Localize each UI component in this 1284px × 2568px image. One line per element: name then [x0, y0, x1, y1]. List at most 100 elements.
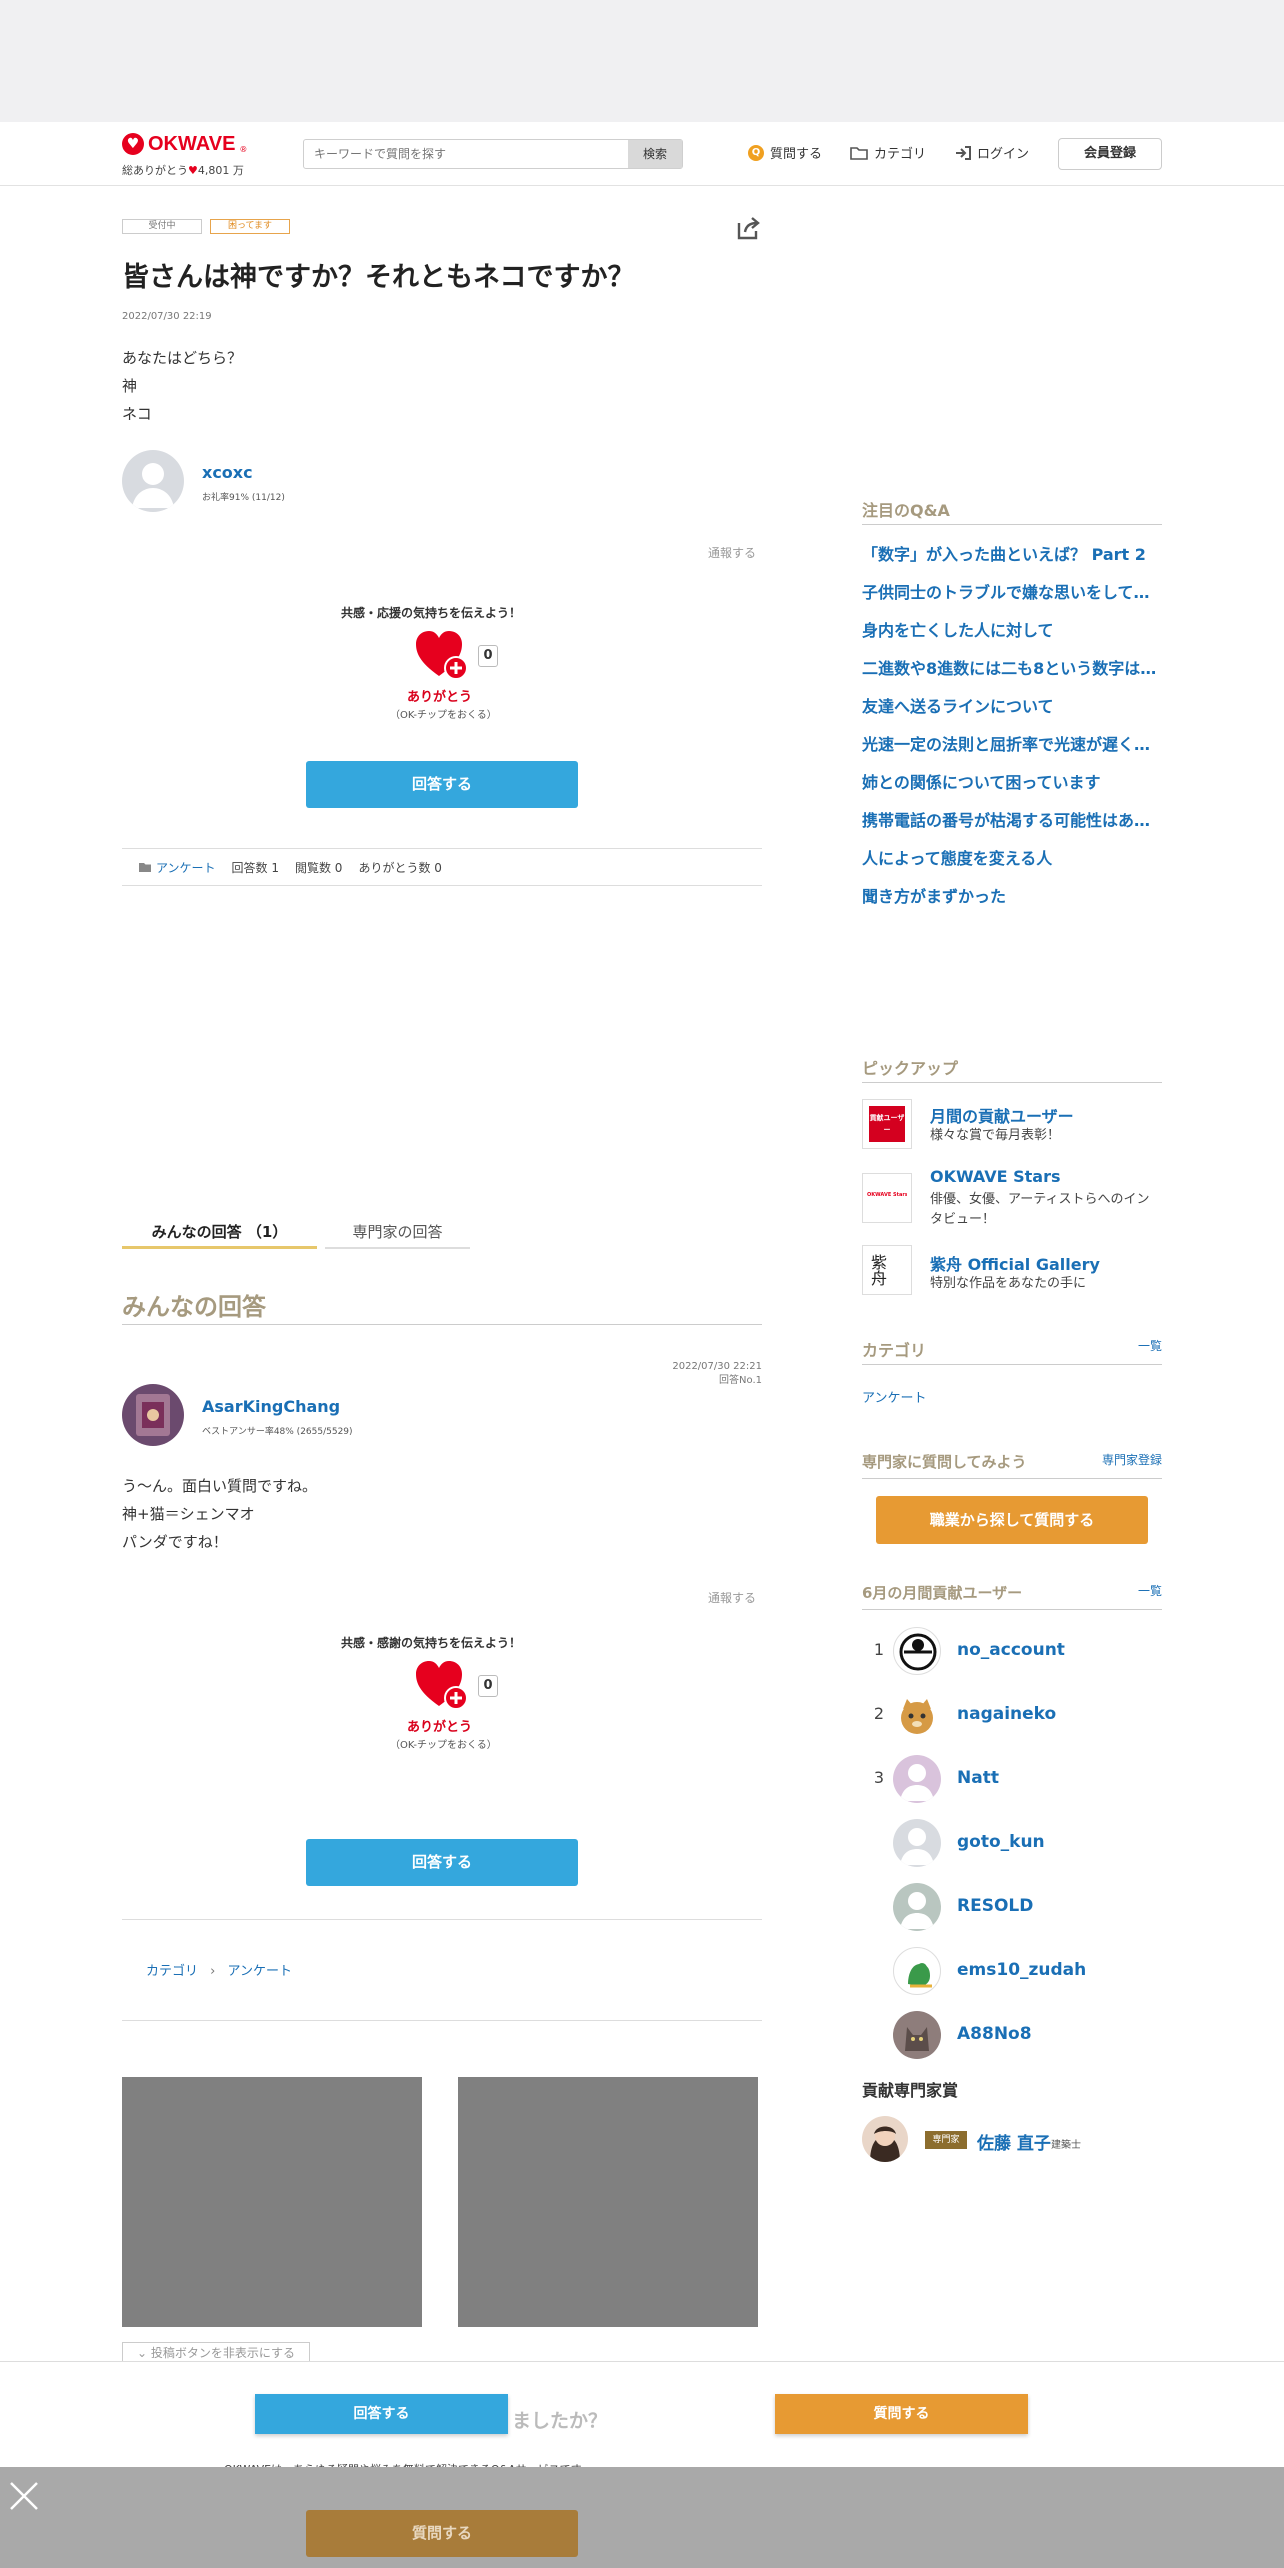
answer-button[interactable]: 回答する — [306, 761, 578, 808]
search-button[interactable]: 検索 — [628, 140, 682, 168]
rank-number: 1 — [873, 1640, 885, 1659]
breadcrumb: カテゴリ › アンケート — [146, 1960, 292, 1979]
overlay-ask-button[interactable]: 質問する — [306, 2510, 578, 2557]
pickup-sub: 特別な作品をあなたの手に — [930, 1276, 1087, 1291]
thanks-heart-button[interactable] — [414, 1660, 470, 1712]
answers-section-title: みんなの回答 — [122, 1287, 762, 1325]
nav-ask[interactable]: Q 質問する — [748, 143, 822, 162]
heart-icon: ♥ — [188, 164, 198, 177]
category-title: カテゴリ 一覧 — [862, 1337, 1162, 1365]
avatar[interactable] — [862, 2116, 908, 2162]
avatar[interactable] — [122, 450, 184, 512]
ad-placeholder — [122, 2077, 422, 2327]
monthly-user-name[interactable]: nagaineko — [957, 1704, 1056, 1724]
avatar[interactable] — [893, 1819, 941, 1867]
monthly-users-title: 6月の月間貢献ユーザー 一覧 — [862, 1582, 1162, 1610]
breadcrumb-root[interactable]: カテゴリ — [146, 1964, 198, 1979]
find-expert-button[interactable]: 職業から探して質問する — [876, 1496, 1148, 1544]
folder-icon — [850, 146, 868, 160]
chevron-down-icon: ⌄ — [136, 2346, 148, 2360]
thanks-total: 総ありがとう♥4,801 万 — [122, 164, 244, 177]
monthly-user-name[interactable]: Natt — [957, 1768, 999, 1788]
answer-author-name[interactable]: AsarKingChang — [202, 1397, 340, 1416]
expert-job: 建築士 — [1051, 2140, 1081, 2151]
pickup-link[interactable]: 月間の貢献ユーザー — [930, 1103, 1074, 1127]
ok-chip-link[interactable]: （OK-チップをおくる） — [390, 1736, 497, 1751]
chevron-right-icon: › — [210, 1964, 216, 1979]
divider — [122, 2020, 762, 2021]
hide-post-buttons-toggle[interactable]: ⌄ 投稿ボタンを非表示にする — [122, 2342, 310, 2362]
monthly-user-name[interactable]: ems10_zudah — [957, 1960, 1086, 1980]
avatar[interactable] — [893, 1627, 941, 1675]
okwave-stars-image[interactable]: OKWAVE Stars — [862, 1173, 912, 1223]
question-title: 皆さんは神ですか？それともネコですか？ — [122, 262, 635, 293]
pickup-sub: 俳優、女優、アーティストらへのインタビュー！ — [930, 1192, 1150, 1227]
ad-placeholder — [458, 2077, 758, 2327]
monthly-more-link[interactable]: 一覧 — [1138, 1582, 1162, 1599]
expert-award-title: 貢献専門家賞 — [862, 2081, 959, 2100]
shishu-gallery-image[interactable]: 紫舟 — [862, 1245, 912, 1295]
stats-answers: 回答数 1 — [231, 860, 279, 875]
report-link[interactable]: 通報する — [708, 1589, 756, 1606]
featured-qa-link[interactable]: 人によって態度を変える人 — [862, 845, 1162, 869]
breadcrumb-leaf[interactable]: アンケート — [228, 1964, 292, 1979]
featured-qa-link[interactable]: 子供同士のトラブルで嫌な思いをしています — [862, 579, 1162, 603]
rank-number: 2 — [873, 1704, 885, 1723]
share-icon[interactable] — [734, 214, 762, 242]
search-input[interactable] — [314, 140, 614, 168]
question-author-name[interactable]: xcoxc — [202, 463, 253, 482]
featured-qa-link[interactable]: 身内を亡くした人に対して — [862, 617, 1162, 641]
expert-name[interactable]: 佐藤 直子 — [977, 2129, 1051, 2154]
avatar[interactable] — [893, 1755, 941, 1803]
answer-body: う～ん。面白い質問ですね。 神+猫＝シェンマオ パンダですね！ — [122, 1477, 318, 1551]
divider — [122, 1919, 762, 1920]
monthly-user-name[interactable]: A88No8 — [957, 2024, 1032, 2044]
pickup-link[interactable]: OKWAVE Stars — [930, 1167, 1061, 1186]
featured-qa-link[interactable]: 聞き方がまずかった — [862, 883, 1162, 907]
sticky-answer-button[interactable]: 回答する — [255, 2394, 508, 2434]
answer-button[interactable]: 回答する — [306, 1839, 578, 1886]
featured-qa-link[interactable]: 二進数や8進数には二も8という数字はない — [862, 655, 1162, 679]
monthly-user-name[interactable]: no_account — [957, 1640, 1065, 1660]
featured-qa-link[interactable]: 姉との関係について困っています — [862, 769, 1162, 793]
featured-qa-link[interactable]: 光速一定の法則と屈折率で光速が遅くなる — [862, 731, 1162, 755]
category-item[interactable]: アンケート — [862, 1387, 926, 1406]
featured-qa-link[interactable]: 「数字」が入った曲といえば？ Part 2 — [862, 541, 1162, 565]
logo-text: OKWAVE — [148, 132, 236, 155]
thanks-count: 0 — [478, 1675, 498, 1697]
ok-chip-link[interactable]: （OK-チップをおくる） — [390, 706, 497, 721]
monthly-user-name[interactable]: RESOLD — [957, 1896, 1033, 1916]
avatar[interactable] — [893, 1883, 941, 1931]
thanks-count: 0 — [478, 645, 498, 667]
question-icon: Q — [748, 144, 764, 161]
okwave-logo[interactable]: ♥ OKWAVE ® — [122, 132, 247, 155]
contrib-user-image[interactable]: 貢献ユーザー — [862, 1099, 912, 1149]
featured-qa-link[interactable]: 友達へ送るラインについて — [862, 693, 1162, 717]
expert-badge: 専門家 — [925, 2131, 967, 2149]
monthly-user-name[interactable]: goto_kun — [957, 1832, 1045, 1852]
stats-category[interactable]: アンケート — [138, 859, 216, 876]
report-link[interactable]: 通報する — [708, 544, 756, 561]
pickup-link[interactable]: 紫舟 Official Gallery — [930, 1251, 1100, 1275]
tab-everyone[interactable]: みんなの回答 （1） — [122, 1219, 317, 1249]
ad-banner-space — [0, 0, 1284, 122]
register-button[interactable]: 会員登録 — [1058, 138, 1162, 170]
question-date: 2022/07/30 22:19 — [122, 311, 212, 322]
tab-experts[interactable]: 専門家の回答 — [325, 1219, 470, 1249]
close-icon[interactable] — [8, 2480, 40, 2512]
answer-author-stat: ベストアンサー率48% (2655/5529) — [202, 1427, 353, 1437]
category-more-link[interactable]: 一覧 — [1138, 1337, 1162, 1354]
nav-login[interactable]: ログイン — [955, 143, 1029, 162]
thanks-heart-button[interactable] — [414, 630, 470, 682]
expert-register-link[interactable]: 専門家登録 — [1102, 1451, 1162, 1468]
avatar[interactable] — [893, 2011, 941, 2059]
avatar[interactable] — [893, 1947, 941, 1995]
avatar[interactable] — [893, 1691, 941, 1739]
question-stats-bar: アンケート 回答数 1 閲覧数 0 ありがとう数 0 — [122, 848, 762, 886]
nav-category[interactable]: カテゴリ — [850, 143, 926, 162]
avatar[interactable] — [122, 1384, 184, 1446]
answer-number: 回答No.1 — [719, 1375, 762, 1386]
sticky-ask-button[interactable]: 質問する — [775, 2394, 1028, 2434]
answer-date: 2022/07/30 22:21 — [672, 1361, 762, 1372]
featured-qa-link[interactable]: 携帯電話の番号が枯渇する可能性はあるか — [862, 807, 1162, 831]
